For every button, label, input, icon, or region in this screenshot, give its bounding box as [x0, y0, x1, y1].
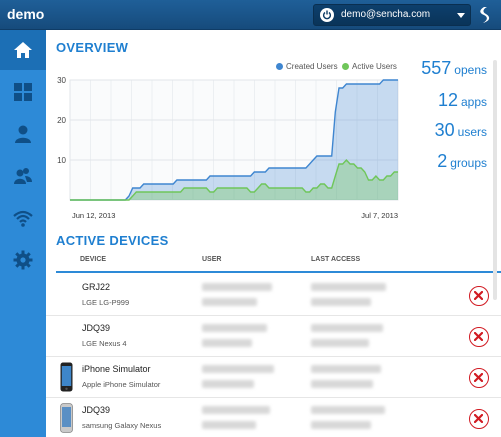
close-icon [474, 291, 483, 300]
close-icon [474, 373, 483, 382]
main-content: OVERVIEW Created Users Active Users 10 20… [46, 30, 501, 437]
last-access-redacted [311, 298, 371, 306]
nav-dashboard[interactable] [0, 72, 46, 112]
user-redacted [202, 324, 267, 332]
stat-users-value: 30 [434, 120, 455, 140]
user-email: demo@sencha.com [341, 9, 431, 20]
user-redacted [202, 421, 256, 429]
iphone-icon [60, 362, 73, 392]
stat-users-label: users [457, 125, 487, 139]
device-row[interactable]: JDQ39 LGE Nexus 4 [46, 316, 501, 357]
device-model: samsung Galaxy Nexus [82, 421, 162, 430]
user-menu[interactable]: demo@sencha.com [313, 4, 471, 26]
device-row[interactable]: JDQ39 samsung Galaxy Nexus [46, 398, 501, 437]
close-icon [474, 332, 483, 341]
device-row[interactable]: iPhone Simulator Apple iPhone Simulator [46, 357, 501, 398]
device-name: JDQ39 [82, 405, 111, 415]
last-access-redacted [311, 380, 373, 388]
power-icon[interactable] [320, 8, 334, 22]
delete-button[interactable] [469, 368, 489, 388]
stat-apps-label: apps [460, 95, 487, 109]
user-redacted [202, 283, 272, 291]
stat-opens-label: opens [454, 63, 487, 77]
gear-icon [13, 250, 33, 270]
legend-dot-created [276, 63, 283, 70]
x-tick-label: Jun 12, 2013 [72, 211, 115, 220]
active-devices-title: ACTIVE DEVICES [56, 233, 169, 248]
last-access-redacted [311, 421, 371, 429]
stat-users: 30 users [435, 120, 487, 141]
stat-apps: 12 apps [438, 90, 487, 111]
nav-home[interactable] [0, 30, 46, 70]
stat-opens-value: 557 [421, 58, 452, 78]
sencha-logo [475, 4, 497, 26]
delete-button[interactable] [469, 327, 489, 347]
last-access-redacted [311, 283, 386, 291]
group-icon [14, 168, 32, 184]
x-tick-label: Jul 7, 2013 [361, 211, 398, 220]
user-redacted [202, 339, 252, 347]
last-access-redacted [311, 339, 369, 347]
user-redacted [202, 380, 254, 388]
device-row[interactable]: GRJ22 LGE LG-P999 [46, 275, 501, 316]
last-access-redacted [311, 406, 385, 414]
app-title: demo [7, 6, 45, 22]
delete-button[interactable] [469, 409, 489, 429]
close-icon [474, 414, 483, 423]
nav-settings[interactable] [0, 240, 46, 280]
user-icon [15, 125, 31, 143]
home-icon [14, 42, 32, 58]
legend-dot-active [342, 63, 349, 70]
device-model: LGE Nexus 4 [82, 339, 127, 348]
nav-groups[interactable] [0, 156, 46, 196]
y-tick-label: 20 [57, 116, 66, 125]
stat-opens: 557 opens [421, 58, 487, 79]
chevron-down-icon[interactable] [457, 13, 465, 18]
devices-table-header: DEVICE USER LAST ACCESS [56, 251, 501, 273]
y-tick-label: 30 [57, 76, 66, 85]
stat-groups-label: groups [450, 156, 487, 170]
last-access-redacted [311, 365, 381, 373]
overview-title: OVERVIEW [56, 40, 129, 55]
device-name: JDQ39 [82, 323, 111, 333]
device-model: LGE LG-P999 [82, 298, 130, 307]
last-access-redacted [311, 324, 383, 332]
delete-button[interactable] [469, 286, 489, 306]
column-last-access[interactable]: LAST ACCESS [311, 256, 360, 263]
stat-apps-value: 12 [437, 90, 458, 110]
top-bar: demo demo@sencha.com [0, 0, 501, 30]
y-tick-label: 10 [57, 156, 66, 165]
wifi-icon [13, 210, 33, 227]
grid-icon [14, 83, 32, 101]
device-name: iPhone Simulator [82, 364, 151, 374]
user-redacted [202, 298, 257, 306]
device-model: Apple iPhone Simulator [82, 380, 161, 389]
stat-groups-value: 2 [437, 151, 448, 171]
nav-push[interactable] [0, 198, 46, 238]
column-device[interactable]: DEVICE [80, 256, 106, 263]
column-user[interactable]: USER [202, 256, 221, 263]
user-redacted [202, 406, 270, 414]
galaxy-nexus-icon [60, 403, 73, 433]
device-name: GRJ22 [82, 282, 111, 292]
stat-groups: 2 groups [437, 151, 487, 172]
nav-users[interactable] [0, 114, 46, 154]
sidebar [0, 30, 46, 437]
scrollbar[interactable] [493, 60, 497, 300]
user-redacted [202, 365, 274, 373]
overview-chart: 10 20 30 Jun 12, 2013 Jul 7, 2013 [57, 76, 399, 220]
